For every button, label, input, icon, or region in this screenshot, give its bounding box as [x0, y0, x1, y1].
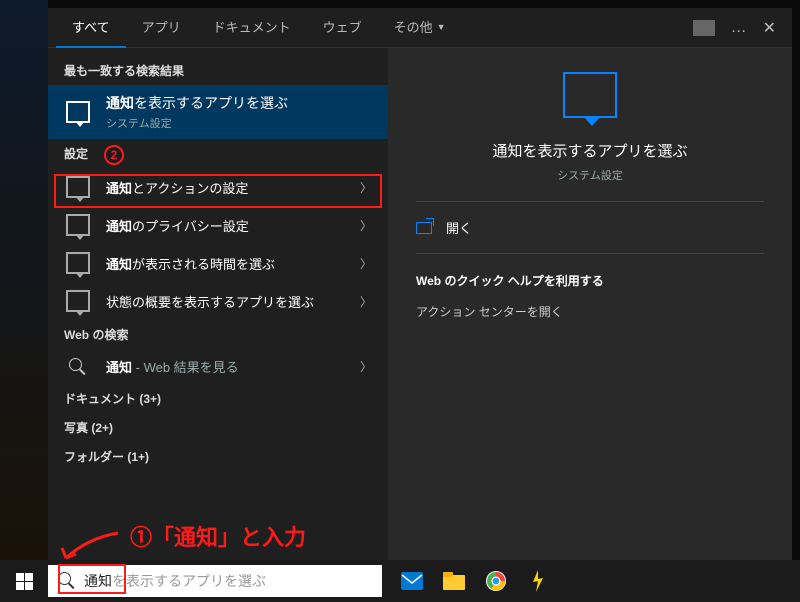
search-icon: [58, 572, 76, 590]
desktop-background-strip: [0, 0, 48, 560]
chevron-down-icon: ▼: [437, 22, 446, 32]
settings-item-label: 状態の概要を表示するアプリを選ぶ: [106, 292, 340, 311]
photos-group[interactable]: 写真 (2+): [48, 413, 388, 442]
results-list: 最も一致する検索結果 通知を表示するアプリを選ぶ システム設定 設定 通知とアク…: [48, 48, 388, 560]
notification-icon: [66, 252, 90, 274]
tab-apps[interactable]: アプリ: [126, 8, 197, 48]
taskbar-pinned-apps: [394, 564, 556, 598]
tab-web[interactable]: ウェブ: [307, 8, 378, 48]
best-match-header: 最も一致する検索結果: [48, 56, 388, 85]
settings-item-notification-duration[interactable]: 通知が表示される時間を選ぶ 〉: [48, 244, 388, 282]
search-input-text: 通知を表示するアプリを選ぶ: [84, 571, 266, 591]
settings-item-label: 通知とアクションの設定: [106, 178, 340, 197]
chevron-right-icon: 〉: [360, 255, 372, 272]
chevron-right-icon: 〉: [360, 293, 372, 310]
open-icon: [416, 222, 432, 234]
account-thumbnail[interactable]: [693, 20, 715, 36]
quick-help-open-action-center[interactable]: アクション センターを開く: [416, 303, 764, 320]
best-match-result[interactable]: 通知を表示するアプリを選ぶ システム設定: [48, 85, 388, 139]
taskbar-app-icon[interactable]: [520, 564, 556, 598]
preview-subtitle: システム設定: [557, 167, 623, 183]
taskbar-search-box[interactable]: 通知を表示するアプリを選ぶ: [48, 565, 382, 597]
notification-icon: [66, 176, 90, 198]
folders-group[interactable]: フォルダー (1+): [48, 442, 388, 471]
tab-all[interactable]: すべて: [56, 8, 126, 48]
web-search-item[interactable]: 通知 - Web 結果を見る 〉: [48, 349, 388, 384]
result-preview-pane: 通知を表示するアプリを選ぶ システム設定 開く Web のクイック ヘルプを利用…: [388, 48, 792, 560]
start-button[interactable]: [0, 560, 48, 602]
more-options-button[interactable]: …: [731, 19, 747, 37]
web-search-label: 通知 - Web 結果を見る: [106, 357, 340, 376]
open-action[interactable]: 開く: [416, 202, 764, 253]
notification-icon: [66, 290, 90, 312]
chevron-right-icon: 〉: [360, 358, 372, 375]
best-match-subtitle: システム設定: [106, 115, 372, 131]
tab-more[interactable]: その他 ▼: [378, 8, 462, 48]
settings-item-status-apps[interactable]: 状態の概要を表示するアプリを選ぶ 〉: [48, 282, 388, 320]
quick-help-header: Web のクイック ヘルプを利用する: [416, 272, 764, 289]
windows-logo-icon: [16, 573, 33, 590]
taskbar-chrome-icon[interactable]: [478, 564, 514, 598]
search-icon: [69, 358, 87, 376]
taskbar-file-explorer-icon[interactable]: [436, 564, 472, 598]
settings-item-label: 通知のプライバシー設定: [106, 216, 340, 235]
notification-icon: [563, 72, 617, 118]
notification-icon: [66, 214, 90, 236]
chevron-right-icon: 〉: [360, 179, 372, 196]
preview-title: 通知を表示するアプリを選ぶ: [492, 140, 687, 161]
settings-item-label: 通知が表示される時間を選ぶ: [106, 254, 340, 273]
settings-item-notifications-actions[interactable]: 通知とアクションの設定 〉: [48, 168, 388, 206]
notification-icon: [66, 101, 90, 123]
tab-documents[interactable]: ドキュメント: [197, 8, 307, 48]
open-label: 開く: [446, 218, 472, 237]
search-tabs: すべて アプリ ドキュメント ウェブ その他 ▼ … ✕: [48, 8, 792, 48]
taskbar-mail-icon[interactable]: [394, 564, 430, 598]
tab-more-label: その他: [394, 17, 433, 36]
chevron-right-icon: 〉: [360, 217, 372, 234]
settings-item-notification-privacy[interactable]: 通知のプライバシー設定 〉: [48, 206, 388, 244]
documents-group[interactable]: ドキュメント (3+): [48, 384, 388, 413]
search-results-panel: すべて アプリ ドキュメント ウェブ その他 ▼ … ✕ 最も一致する検索結果 …: [48, 8, 792, 560]
web-search-header: Web の検索: [48, 320, 388, 349]
settings-header: 設定: [48, 139, 388, 168]
best-match-title: 通知を表示するアプリを選ぶ: [106, 93, 372, 113]
taskbar: 通知を表示するアプリを選ぶ: [0, 560, 800, 602]
close-button[interactable]: ✕: [763, 18, 776, 38]
